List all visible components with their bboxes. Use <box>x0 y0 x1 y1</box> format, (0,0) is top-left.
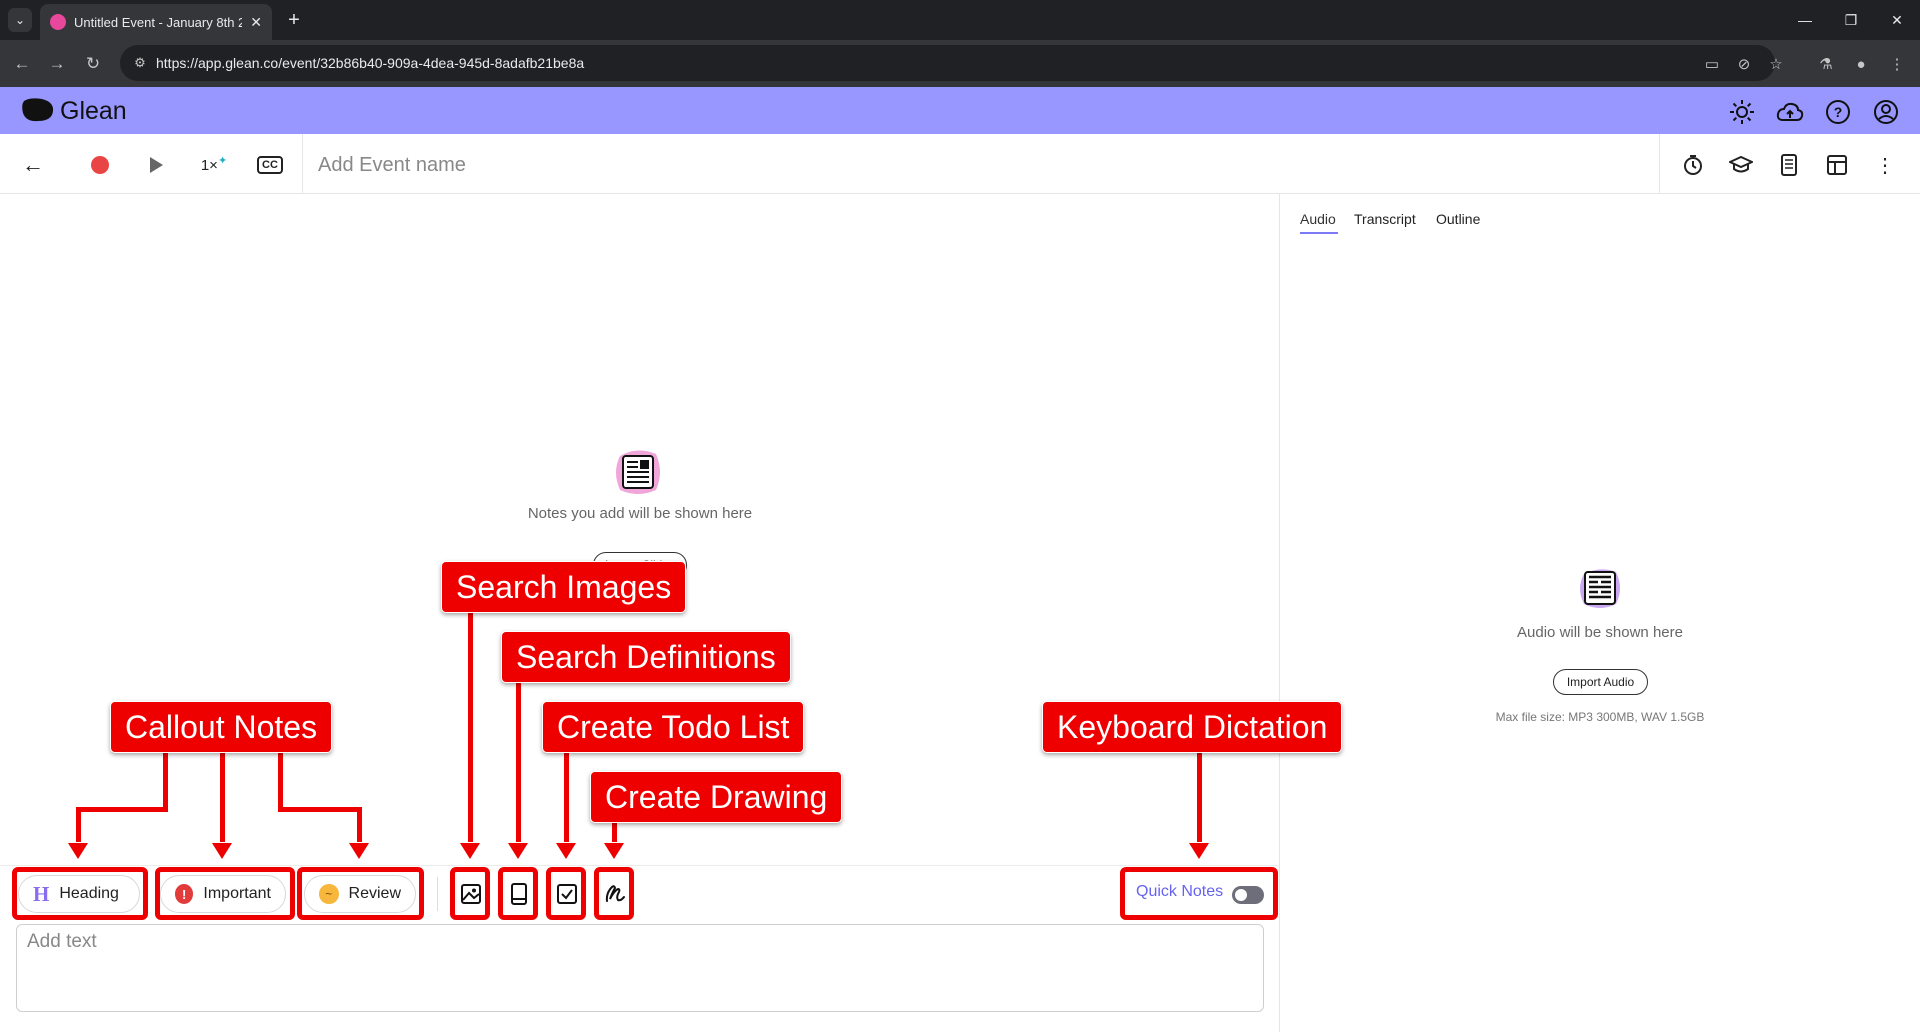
connector-line <box>278 751 283 812</box>
arrow-head <box>556 843 576 859</box>
keyboard-dictation-callout: Keyboard Dictation <box>1042 701 1343 753</box>
search-images-callout: Search Images <box>441 561 687 613</box>
create-drawing-callout: Create Drawing <box>590 771 843 823</box>
active-tab-indicator <box>1300 232 1338 234</box>
new-tab-button[interactable]: + <box>282 8 306 32</box>
search-definitions-callout: Search Definitions <box>501 631 791 683</box>
window-close-icon[interactable]: ✕ <box>1874 8 1920 32</box>
graduation-cap-icon[interactable] <box>1725 149 1757 181</box>
playback-speed-button[interactable]: 1× ✦ <box>196 149 232 181</box>
cloud-upload-icon[interactable] <box>1775 97 1805 127</box>
pen-highlight <box>594 867 634 920</box>
max-file-size-text: Max file size: MP3 300MB, WAV 1.5GB <box>1495 710 1705 724</box>
connector-line <box>516 681 521 842</box>
labs-icon[interactable]: ⚗ <box>1813 51 1839 77</box>
review-highlight <box>297 867 424 920</box>
browser-tab[interactable]: Untitled Event - January 8th 2025 ✕ <box>40 4 272 40</box>
kebab-icon[interactable]: ⋮ <box>1884 51 1910 77</box>
notebook-icon[interactable] <box>1773 149 1805 181</box>
connector-line <box>468 611 473 842</box>
brand-name: Glean <box>60 97 127 125</box>
heading-highlight <box>12 867 148 920</box>
url-text: https://app.glean.co/event/32b86b40-909a… <box>156 55 585 71</box>
arrow-head <box>1189 843 1209 859</box>
event-name-input[interactable] <box>318 148 918 182</box>
event-toolbar <box>0 134 1920 194</box>
arrow-head <box>68 843 88 859</box>
svg-text:?: ? <box>1834 104 1843 120</box>
eye-off-icon[interactable]: ⊘ <box>1731 51 1757 77</box>
connector-line <box>76 807 81 842</box>
cast-icon[interactable]: ▭ <box>1699 51 1725 77</box>
tab-outline[interactable]: Outline <box>1436 211 1480 227</box>
connector-line <box>220 751 225 842</box>
notes-placeholder-icon <box>616 450 660 494</box>
sun-icon[interactable] <box>1727 97 1757 127</box>
reload-icon[interactable]: ↻ <box>80 51 106 77</box>
glean-logo-icon[interactable] <box>20 97 56 123</box>
site-info-icon[interactable]: ⚙ <box>131 54 149 72</box>
address-bar[interactable]: https://app.glean.co/event/32b86b40-909a… <box>120 45 1775 81</box>
notes-empty-text: Notes you add will be shown here <box>527 505 753 522</box>
tab-list-icon[interactable]: ⌄ <box>8 8 32 32</box>
panel-divider <box>1279 194 1280 1032</box>
record-icon <box>91 156 109 174</box>
editor-divider <box>0 865 1279 866</box>
kebab-icon[interactable]: ⋮ <box>1869 149 1901 181</box>
layout-icon[interactable] <box>1821 149 1853 181</box>
account-icon[interactable] <box>1871 97 1901 127</box>
create-todo-callout: Create Todo List <box>542 701 805 753</box>
timer-icon[interactable] <box>1677 149 1709 181</box>
toolbar-divider <box>302 134 303 194</box>
cc-icon[interactable]: CC <box>254 149 286 181</box>
back-arrow-icon[interactable]: ← <box>17 149 49 181</box>
arrow-head <box>508 843 528 859</box>
audio-placeholder-icon <box>1580 569 1620 608</box>
connector-line <box>564 751 569 842</box>
add-text-input[interactable] <box>16 924 1264 1012</box>
important-highlight <box>155 867 295 920</box>
book-highlight <box>498 867 538 920</box>
record-button[interactable] <box>84 149 116 181</box>
arrow-head <box>212 843 232 859</box>
tab-title: Untitled Event - January 8th 2025 <box>74 14 243 30</box>
arrow-head <box>460 843 480 859</box>
app-header <box>0 87 1920 134</box>
speed-label: 1× <box>200 156 218 174</box>
profile-icon[interactable]: ● <box>1848 51 1874 77</box>
image-highlight <box>450 867 490 920</box>
tab-close-icon[interactable]: ✕ <box>250 14 262 31</box>
arrow-head <box>604 843 624 859</box>
play-button[interactable] <box>140 149 172 181</box>
favicon-icon <box>50 14 66 30</box>
connector-line <box>163 751 168 812</box>
connector-line <box>76 807 168 812</box>
connector-line <box>357 807 362 842</box>
callout-notes-callout: Callout Notes <box>110 701 333 753</box>
arrow-head <box>349 843 369 859</box>
audio-empty-text: Audio will be shown here <box>1517 624 1683 641</box>
checkbox-highlight <box>546 867 586 920</box>
help-icon[interactable]: ? <box>1823 97 1853 127</box>
minimize-icon[interactable]: — <box>1782 8 1828 32</box>
forward-arrow-icon[interactable]: → <box>44 51 70 77</box>
tab-transcript[interactable]: Transcript <box>1354 211 1416 227</box>
connector-line <box>612 821 617 842</box>
play-icon <box>149 157 163 173</box>
tab-audio[interactable]: Audio <box>1300 211 1336 227</box>
star-icon[interactable]: ☆ <box>1763 51 1789 77</box>
toolbar-divider <box>1659 134 1660 194</box>
sparkle-icon: ✦ <box>217 154 228 167</box>
back-arrow-icon[interactable]: ← <box>9 51 35 77</box>
import-audio-button[interactable]: Import Audio <box>1553 669 1648 695</box>
editor-toolbar-divider <box>437 877 438 911</box>
quick-notes-highlight <box>1120 867 1278 920</box>
connector-line <box>278 807 362 812</box>
restore-icon[interactable]: ❐ <box>1828 8 1874 32</box>
connector-line <box>1197 751 1202 842</box>
